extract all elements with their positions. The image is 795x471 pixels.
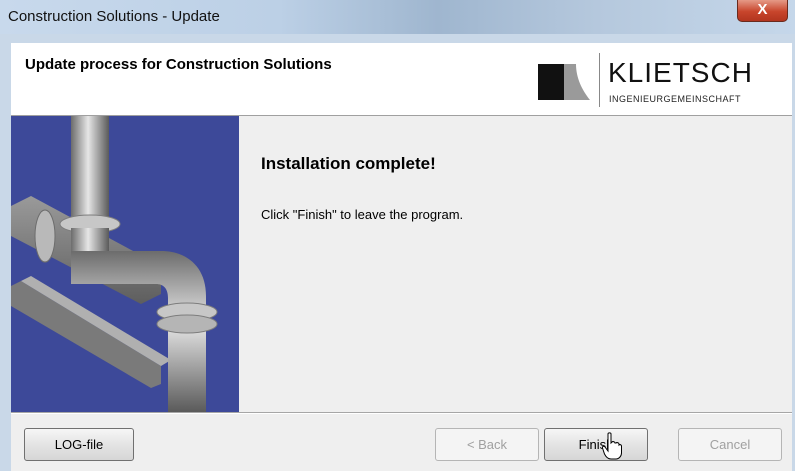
finish-button[interactable]: Finish (544, 428, 648, 461)
logo-mark-grey (564, 64, 590, 100)
status-message: Click "Finish" to leave the program. (261, 207, 464, 222)
company-logo-subtitle: INGENIEURGEMEINSCHAFT (609, 94, 742, 104)
pipe-illustration (11, 116, 218, 412)
hand-cursor-icon (602, 432, 622, 460)
cancel-button[interactable]: Cancel (678, 428, 782, 461)
update-dialog: Update process for Construction Solution… (11, 43, 792, 471)
back-button[interactable]: < Back (435, 428, 539, 461)
window-titlebar[interactable]: Construction Solutions - Update (0, 0, 795, 34)
status-heading: Installation complete! (261, 154, 436, 173)
window-close-button[interactable]: X (737, 0, 788, 22)
close-icon: X (757, 1, 768, 18)
logo-mark-black (538, 64, 564, 100)
logo-divider (599, 53, 600, 107)
header-title: Update process for Construction Solution… (25, 56, 332, 73)
window-title: Construction Solutions - Update (8, 8, 220, 25)
side-banner-image (11, 116, 239, 412)
footer-separator (11, 412, 792, 414)
company-logo-name: KLIETSCH (608, 57, 753, 88)
log-file-button[interactable]: LOG-file (24, 428, 134, 461)
dialog-header: Update process for Construction Solution… (11, 43, 792, 116)
